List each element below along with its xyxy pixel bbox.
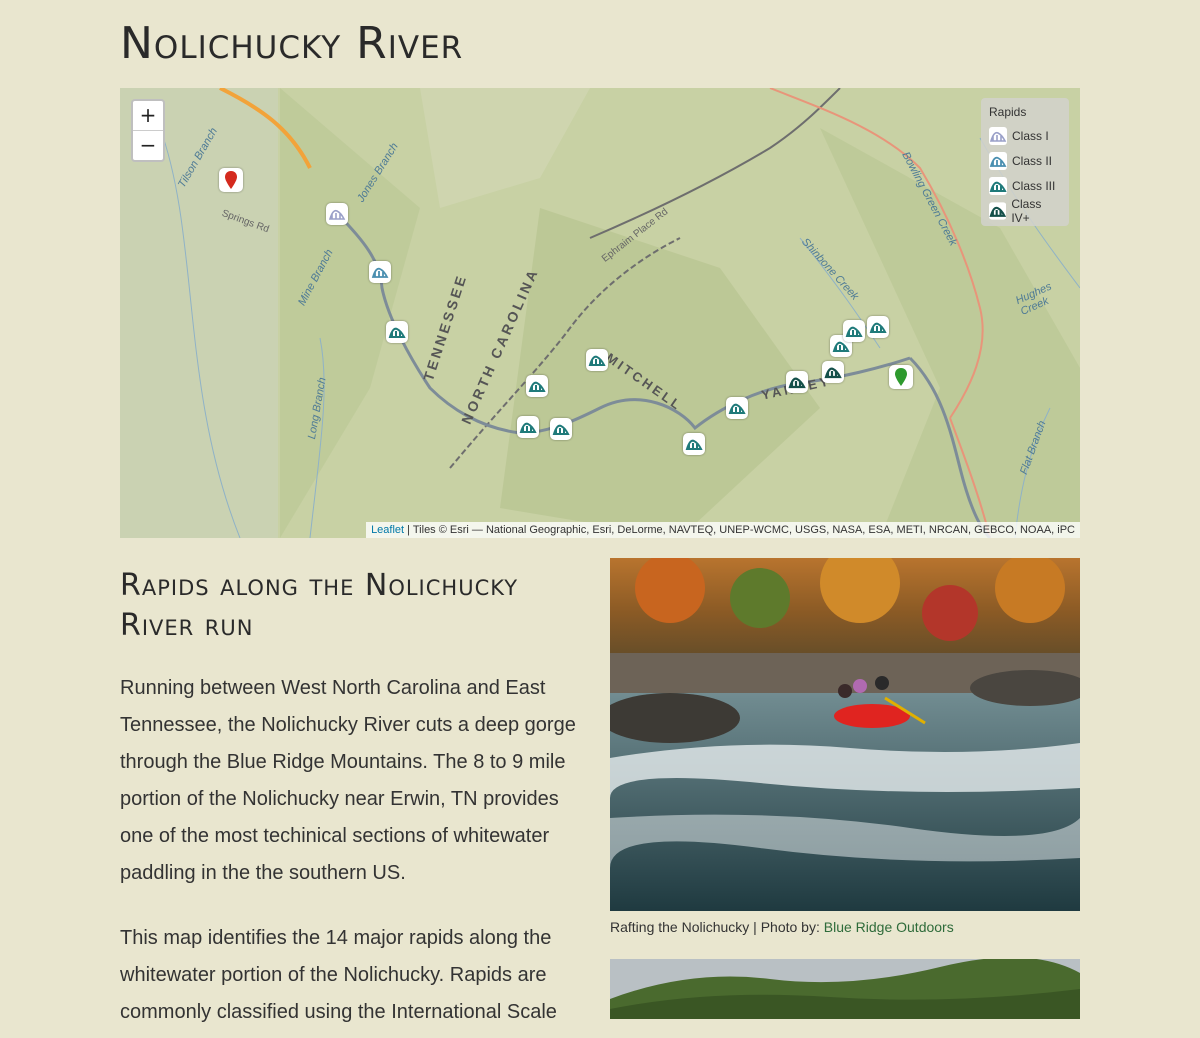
rapid-class-3-icon xyxy=(989,176,1007,195)
content-section: Rapids along the Nolichucky River run Ru… xyxy=(120,558,1080,1038)
section-heading: Rapids along the Nolichucky River run xyxy=(120,568,519,643)
legend-item-class-3: Class III xyxy=(989,173,1061,198)
photo-column: Rafting the Nolichucky | Photo by: Blue … xyxy=(610,558,1080,1019)
second-photo xyxy=(610,959,1080,1019)
rapid-marker-class-3[interactable] xyxy=(526,375,548,397)
rapid-marker-class-3[interactable] xyxy=(586,349,608,371)
zoom-out-button[interactable]: − xyxy=(133,130,163,160)
rapid-icon xyxy=(552,424,570,435)
zoom-control: + − xyxy=(131,99,165,162)
put-in-pin[interactable] xyxy=(219,168,243,192)
take-out-pin[interactable] xyxy=(889,365,913,389)
map-description-paragraph: This map identifies the 14 major rapids … xyxy=(120,927,557,1023)
intro-paragraph: Running between West North Carolina and … xyxy=(120,677,576,884)
rapid-icon xyxy=(328,209,346,220)
rapid-marker-class-3[interactable] xyxy=(386,321,408,343)
rapid-marker-class-3[interactable] xyxy=(843,320,865,342)
rapid-marker-class-3[interactable] xyxy=(867,316,889,338)
photo-caption: Rafting the Nolichucky | Photo by: Blue … xyxy=(610,917,1080,937)
rafting-photo xyxy=(610,558,1080,911)
rapid-marker-class-4[interactable] xyxy=(786,371,808,393)
rapid-icon xyxy=(528,381,546,392)
zoom-in-button[interactable]: + xyxy=(133,101,163,130)
rapid-icon xyxy=(728,403,746,414)
rapid-class-2-icon xyxy=(989,151,1007,170)
attribution-text: | Tiles © Esri — National Geographic, Es… xyxy=(404,524,1075,536)
text-column: Rapids along the Nolichucky River run Ru… xyxy=(120,558,590,1031)
rapids-map[interactable]: Tennessee North Carolina Mitchell Yancey… xyxy=(120,88,1080,538)
legend-label: Class IV+ xyxy=(1011,196,1042,225)
rapid-icon xyxy=(388,327,406,338)
rapid-marker-class-3[interactable] xyxy=(683,433,705,455)
page: Nolichucky River Tennessee North Carolin… xyxy=(120,0,1080,1038)
rapid-marker-class-3[interactable] xyxy=(517,416,539,438)
rapid-icon xyxy=(869,322,887,333)
page-title: Nolichucky River xyxy=(120,18,464,69)
rapid-icon xyxy=(824,367,842,379)
rapid-icon xyxy=(845,326,863,337)
legend-title: Rapids xyxy=(989,105,1027,119)
rapid-icon xyxy=(685,439,703,450)
photo-credit-link[interactable]: Blue Ridge Outdoors xyxy=(824,919,954,935)
map-attribution: Leaflet | Tiles © Esri — National Geogra… xyxy=(366,522,1080,538)
leaflet-link[interactable]: Leaflet xyxy=(371,524,404,536)
legend-label: Class I xyxy=(1012,128,1049,143)
rapid-class-4-icon xyxy=(989,201,1007,220)
rapid-marker-class-3[interactable] xyxy=(550,418,572,440)
rapid-class-1-icon xyxy=(989,126,1007,145)
map-pin-icon xyxy=(225,171,237,189)
map-tiles xyxy=(120,88,1080,538)
rapid-marker-class-4[interactable] xyxy=(822,361,844,383)
map-pin-icon xyxy=(895,368,907,386)
legend-label: Class III xyxy=(1012,178,1056,193)
rapid-marker-class-2[interactable] xyxy=(369,261,391,283)
legend-label: Class II xyxy=(1012,153,1053,168)
legend-item-class-4: Class IV+ xyxy=(989,196,1061,225)
rapid-icon xyxy=(788,377,806,389)
rapid-marker-class-1[interactable] xyxy=(326,203,348,225)
legend-item-class-1: Class I xyxy=(989,123,1061,148)
legend-item-class-2: Class II xyxy=(989,148,1061,173)
rapid-marker-class-3[interactable] xyxy=(726,397,748,419)
caption-text: Rafting the Nolichucky | Photo by: xyxy=(610,919,824,935)
rapid-icon xyxy=(588,355,606,366)
rapid-icon xyxy=(519,422,537,433)
rapid-icon xyxy=(371,267,389,278)
rapids-legend: Rapids Class I Class II Class III Class … xyxy=(981,98,1069,226)
